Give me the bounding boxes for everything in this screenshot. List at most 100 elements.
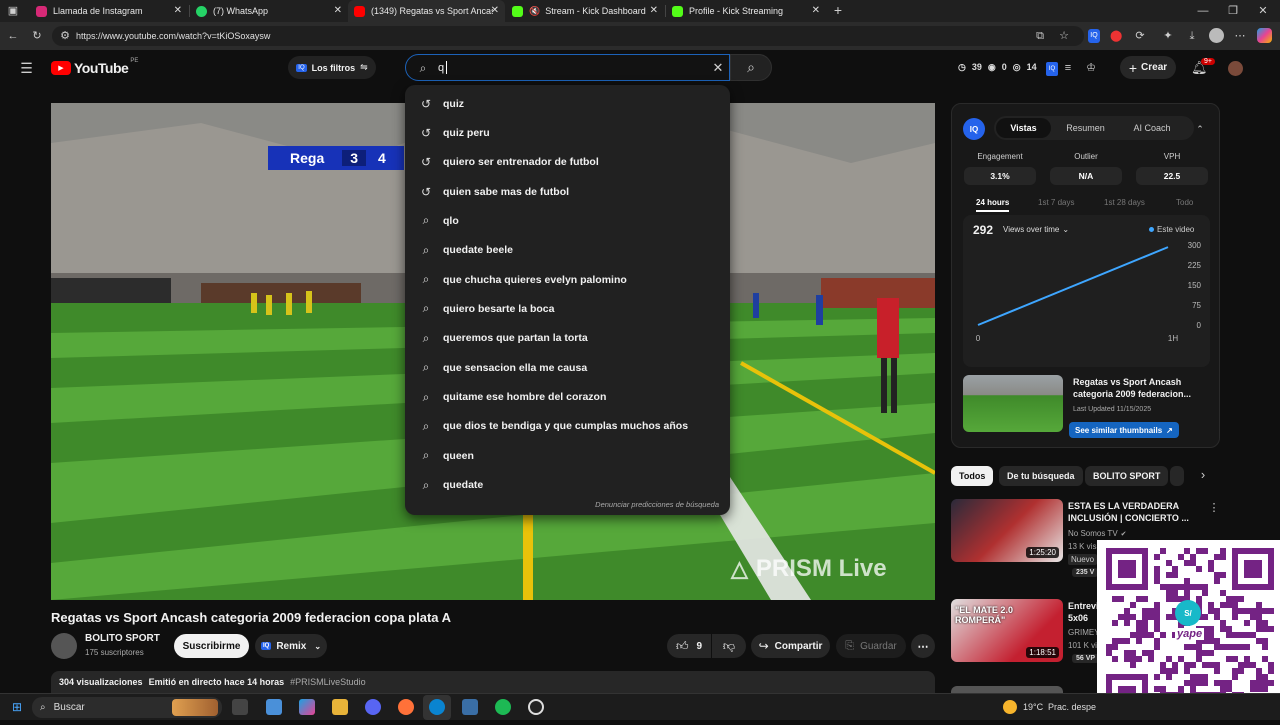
profile-avatar[interactable] bbox=[1209, 28, 1224, 43]
create-button[interactable]: + Crear bbox=[1120, 56, 1176, 79]
tab-youtube[interactable]: (1349) Regatas vs Sport Ancash c ✕ bbox=[348, 0, 505, 22]
favorite-star-icon[interactable]: ☆ bbox=[1058, 29, 1070, 43]
edge-icon[interactable] bbox=[429, 699, 445, 715]
site-info-icon[interactable]: ⚙ bbox=[59, 29, 71, 43]
new-tab-icon[interactable]: + bbox=[831, 3, 845, 17]
close-icon[interactable]: ✕ bbox=[491, 5, 499, 16]
share-button[interactable]: ↪ Compartir bbox=[751, 634, 830, 658]
filters-button[interactable]: IQ Los filtros ⇋ bbox=[288, 56, 376, 79]
chip-channel[interactable]: BOLITO SPORT bbox=[1085, 466, 1169, 486]
tab-resumen[interactable]: Resumen bbox=[1058, 118, 1113, 138]
discord-icon[interactable] bbox=[365, 699, 381, 715]
search-button[interactable]: ⌕ bbox=[730, 54, 772, 81]
suggestion-item[interactable]: ⌕ quitame ese hombre del corazon bbox=[405, 383, 730, 412]
tab-instagram[interactable]: Llamada de Instagram ✕ bbox=[30, 0, 188, 22]
suggestion-item[interactable]: ⌕ qlo bbox=[405, 206, 730, 235]
suggestion-item[interactable]: ⌕ queremos que partan la torta bbox=[405, 324, 730, 353]
trophy-icon[interactable]: ♔ bbox=[1085, 61, 1097, 75]
report-predictions-link[interactable]: Denunciar predicciones de búsqueda bbox=[595, 500, 719, 509]
tab-kick-profile[interactable]: Profile - Kick Streaming ✕ bbox=[666, 0, 826, 22]
extension-icon[interactable]: ⬤ bbox=[1110, 29, 1122, 43]
clear-search-icon[interactable]: ✕ bbox=[711, 61, 725, 75]
remix-button[interactable]: IQ Remix ⌄ bbox=[255, 634, 327, 658]
suggestion-item[interactable]: ⌕ que dios te bendiga y que cumplas mucho… bbox=[405, 412, 730, 441]
url-field[interactable]: ⚙ https://www.youtube.com/watch?v=tKiOSo… bbox=[52, 26, 1084, 46]
suggestion-item[interactable]: ⌕ quiero besarte la boca bbox=[405, 294, 730, 323]
rec-thumb[interactable] bbox=[951, 686, 1063, 693]
store-icon[interactable] bbox=[266, 699, 282, 715]
rec-title[interactable]: ESTA ES LA VERDADERA INCLUSIÓN | CONCIER… bbox=[1068, 500, 1193, 524]
close-window-icon[interactable]: ✕ bbox=[1256, 4, 1270, 18]
chip-todos[interactable]: Todos bbox=[951, 466, 994, 486]
suggestion-item[interactable]: ⌕ que chucha quieres evelyn palomino bbox=[405, 265, 730, 294]
close-icon[interactable]: ✕ bbox=[174, 5, 182, 16]
close-icon[interactable]: ✕ bbox=[334, 5, 342, 16]
extension-iq-icon[interactable]: IQ bbox=[1088, 29, 1100, 43]
obs-icon[interactable] bbox=[528, 699, 544, 715]
windows-start-icon[interactable]: ⊞ bbox=[10, 700, 24, 714]
close-icon[interactable]: ✕ bbox=[812, 5, 820, 16]
rec-thumb[interactable]: "EL MATE 2.0 ROMPERÁ" 1:18:51 bbox=[951, 599, 1063, 662]
suggestion-item[interactable]: ↺ quiz peru bbox=[405, 118, 730, 147]
close-icon[interactable]: ✕ bbox=[650, 5, 658, 16]
copilot-icon[interactable] bbox=[299, 699, 315, 715]
rec-title[interactable]: Entrevi 5x06 bbox=[1068, 600, 1099, 624]
range-28-days[interactable]: 1st 28 days bbox=[1104, 198, 1145, 207]
account-avatar[interactable] bbox=[1228, 61, 1243, 76]
extension-icon[interactable]: ⟳ bbox=[1134, 29, 1146, 43]
range-all[interactable]: Todo bbox=[1176, 198, 1193, 207]
see-similar-button[interactable]: See similar thumbnails ↗ bbox=[1069, 422, 1179, 438]
search-box[interactable]: ⌕ q ✕ bbox=[405, 54, 730, 81]
suggestion-item[interactable]: ⌕ quedate beele bbox=[405, 236, 730, 265]
refresh-icon[interactable]: ↻ bbox=[30, 29, 44, 43]
range-7-days[interactable]: 1st 7 days bbox=[1038, 198, 1074, 207]
firefox-icon[interactable] bbox=[398, 699, 414, 715]
back-icon[interactable]: ← bbox=[6, 29, 20, 43]
range-24-hours[interactable]: 24 hours bbox=[976, 198, 1010, 212]
search-input[interactable]: q bbox=[438, 62, 444, 74]
tab-actions-icon[interactable]: ▣ bbox=[6, 4, 20, 18]
terminal-icon[interactable] bbox=[462, 699, 478, 715]
suggestion-item[interactable]: ⌕ queen bbox=[405, 441, 730, 470]
hashtag[interactable]: #PRISMLiveStudio bbox=[290, 677, 366, 687]
chip-search[interactable]: De tu búsqueda bbox=[999, 466, 1083, 486]
more-actions-button[interactable]: ⋯ bbox=[911, 634, 935, 658]
suggestion-item[interactable]: ↺ quiz bbox=[405, 89, 730, 118]
spotify-icon[interactable] bbox=[495, 699, 511, 715]
youtube-logo[interactable]: ▶ YouTube PE bbox=[51, 58, 138, 76]
task-view-icon[interactable] bbox=[232, 699, 248, 715]
suggestion-item[interactable]: ⌕ que sensacion ella me causa bbox=[405, 353, 730, 382]
extensions-puzzle-icon[interactable]: ✦ bbox=[1162, 29, 1174, 43]
thumb-preview[interactable] bbox=[963, 375, 1063, 432]
minimize-icon[interactable]: — bbox=[1196, 4, 1210, 18]
save-button[interactable]: ⎘ Guardar bbox=[836, 634, 906, 658]
more-menu-icon[interactable]: ⋯ bbox=[1234, 29, 1246, 43]
suggestion-item[interactable]: ⌕ quedate bbox=[405, 471, 730, 500]
file-explorer-icon[interactable] bbox=[332, 699, 348, 715]
list-icon[interactable]: ≡ bbox=[1062, 61, 1074, 75]
collapse-icon[interactable]: ⌃ bbox=[1194, 122, 1206, 136]
channel-avatar[interactable] bbox=[51, 633, 77, 659]
taskbar-search[interactable]: ⌕ Buscar bbox=[32, 697, 222, 718]
dislike-button[interactable]: 👎︎ bbox=[712, 634, 746, 658]
chip-more[interactable] bbox=[1170, 466, 1184, 486]
subscribe-button[interactable]: Suscribirme bbox=[174, 634, 249, 658]
chevron-right-icon[interactable]: › bbox=[1196, 468, 1210, 482]
tab-whatsapp[interactable]: (7) WhatsApp ✕ bbox=[190, 0, 348, 22]
maximize-icon[interactable]: ❐ bbox=[1226, 4, 1240, 18]
rec-thumb[interactable]: 1:25:20 bbox=[951, 499, 1063, 562]
tab-kick-dashboard[interactable]: 🔇 Stream - Kick Dashboard ✕ bbox=[506, 0, 664, 22]
downloads-icon[interactable]: ⤓ bbox=[1186, 29, 1198, 43]
copilot-icon[interactable] bbox=[1257, 28, 1272, 43]
tab-vistas[interactable]: Vistas bbox=[996, 118, 1051, 138]
channel-name[interactable]: BOLITO SPORT bbox=[85, 633, 160, 644]
views-dropdown[interactable]: Views over time ⌄ bbox=[1003, 225, 1069, 234]
tab-ai-coach[interactable]: AI Coach bbox=[1122, 118, 1182, 138]
menu-icon[interactable]: ☰ bbox=[19, 61, 34, 75]
iq-extension-icon[interactable]: IQ bbox=[1046, 62, 1058, 76]
app-icon[interactable]: ⧉ bbox=[1034, 29, 1046, 43]
suggestion-item[interactable]: ↺ quiero ser entrenador de futbol bbox=[405, 148, 730, 177]
description-box[interactable]: 304 visualizaciones Emitió en directo ha… bbox=[51, 671, 935, 693]
like-button[interactable]: 👍︎ 9 bbox=[667, 634, 711, 658]
more-vert-icon[interactable]: ⋮ bbox=[1208, 501, 1220, 515]
